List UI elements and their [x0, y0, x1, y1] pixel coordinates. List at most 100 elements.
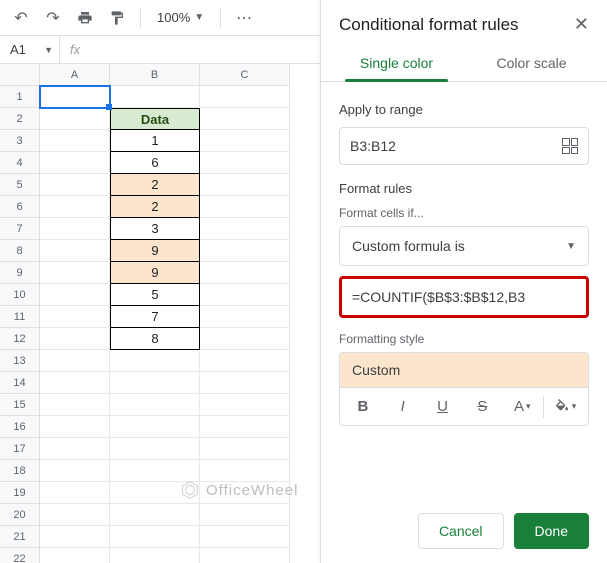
data-cell[interactable]: 9: [110, 240, 200, 262]
cell[interactable]: [110, 372, 200, 394]
cell[interactable]: [200, 548, 290, 563]
spreadsheet-grid[interactable]: ABC12Data3146526273899910511712813141516…: [0, 64, 320, 563]
cell[interactable]: [40, 482, 110, 504]
close-icon[interactable]: ✕: [574, 14, 589, 35]
cell[interactable]: [200, 262, 290, 284]
text-color-button[interactable]: A▾: [503, 392, 541, 422]
cell[interactable]: [110, 394, 200, 416]
row-header[interactable]: 3: [0, 130, 40, 152]
cell[interactable]: [40, 460, 110, 482]
undo-icon[interactable]: ↶: [8, 5, 34, 31]
cell[interactable]: [40, 350, 110, 372]
name-box[interactable]: A1 ▼: [0, 36, 60, 63]
row-header[interactable]: 22: [0, 548, 40, 563]
column-header[interactable]: C: [200, 64, 290, 86]
bold-button[interactable]: B: [344, 392, 382, 422]
cell[interactable]: [40, 240, 110, 262]
cell[interactable]: [200, 526, 290, 548]
row-header[interactable]: 4: [0, 152, 40, 174]
column-header[interactable]: B: [110, 64, 200, 86]
row-header[interactable]: 6: [0, 196, 40, 218]
row-header[interactable]: 13: [0, 350, 40, 372]
row-header[interactable]: 16: [0, 416, 40, 438]
cell[interactable]: [200, 86, 290, 108]
cell[interactable]: [200, 108, 290, 130]
row-header[interactable]: 2: [0, 108, 40, 130]
cell[interactable]: [40, 108, 110, 130]
cell[interactable]: [40, 152, 110, 174]
cell[interactable]: [200, 350, 290, 372]
row-header[interactable]: 1: [0, 86, 40, 108]
cell[interactable]: [40, 394, 110, 416]
cell[interactable]: [40, 174, 110, 196]
tab-single-color[interactable]: Single color: [329, 45, 464, 81]
select-range-icon[interactable]: [562, 138, 578, 154]
cell[interactable]: [200, 130, 290, 152]
style-preview[interactable]: Custom: [339, 352, 589, 388]
cell[interactable]: [40, 262, 110, 284]
cell[interactable]: [40, 438, 110, 460]
cell[interactable]: [200, 416, 290, 438]
cell[interactable]: [40, 504, 110, 526]
row-header[interactable]: 5: [0, 174, 40, 196]
cell[interactable]: [110, 86, 200, 108]
tab-color-scale[interactable]: Color scale: [464, 45, 599, 81]
data-cell[interactable]: 8: [110, 328, 200, 350]
cell[interactable]: [40, 306, 110, 328]
fill-color-button[interactable]: ▾: [546, 392, 584, 422]
data-header-cell[interactable]: Data: [110, 108, 200, 130]
done-button[interactable]: Done: [514, 513, 589, 549]
formula-input[interactable]: =COUNTIF($B$3:$B$12,B3: [339, 276, 589, 318]
range-input[interactable]: B3:B12: [339, 127, 589, 165]
cell[interactable]: [200, 372, 290, 394]
cell[interactable]: [200, 460, 290, 482]
row-header[interactable]: 21: [0, 526, 40, 548]
row-header[interactable]: 14: [0, 372, 40, 394]
row-header[interactable]: 11: [0, 306, 40, 328]
cell[interactable]: [200, 482, 290, 504]
cell[interactable]: [110, 460, 200, 482]
row-header[interactable]: 17: [0, 438, 40, 460]
cell[interactable]: [40, 526, 110, 548]
cell[interactable]: [200, 306, 290, 328]
cell[interactable]: [200, 218, 290, 240]
cell[interactable]: [110, 438, 200, 460]
cell[interactable]: [200, 504, 290, 526]
cell[interactable]: [110, 350, 200, 372]
cell[interactable]: [40, 218, 110, 240]
data-cell[interactable]: 2: [110, 196, 200, 218]
cell[interactable]: [200, 394, 290, 416]
cell[interactable]: [110, 416, 200, 438]
data-cell[interactable]: 6: [110, 152, 200, 174]
row-header[interactable]: 19: [0, 482, 40, 504]
cell[interactable]: [110, 504, 200, 526]
data-cell[interactable]: 5: [110, 284, 200, 306]
cancel-button[interactable]: Cancel: [418, 513, 504, 549]
row-header[interactable]: 15: [0, 394, 40, 416]
cell[interactable]: [40, 548, 110, 563]
data-cell[interactable]: 7: [110, 306, 200, 328]
cell[interactable]: [200, 174, 290, 196]
cell[interactable]: [200, 152, 290, 174]
cell[interactable]: [200, 328, 290, 350]
row-header[interactable]: 10: [0, 284, 40, 306]
cell[interactable]: [40, 416, 110, 438]
redo-icon[interactable]: ↷: [40, 5, 66, 31]
condition-dropdown[interactable]: Custom formula is ▼: [339, 226, 589, 266]
select-all-corner[interactable]: [0, 64, 40, 86]
column-header[interactable]: A: [40, 64, 110, 86]
data-cell[interactable]: 3: [110, 218, 200, 240]
data-cell[interactable]: 1: [110, 130, 200, 152]
print-icon[interactable]: [72, 5, 98, 31]
row-header[interactable]: 7: [0, 218, 40, 240]
row-header[interactable]: 9: [0, 262, 40, 284]
data-cell[interactable]: 2: [110, 174, 200, 196]
cell[interactable]: [110, 526, 200, 548]
more-icon[interactable]: ⋯: [231, 5, 257, 31]
cell[interactable]: [200, 438, 290, 460]
row-header[interactable]: 18: [0, 460, 40, 482]
row-header[interactable]: 20: [0, 504, 40, 526]
cell[interactable]: [40, 130, 110, 152]
row-header[interactable]: 8: [0, 240, 40, 262]
cell[interactable]: [200, 240, 290, 262]
